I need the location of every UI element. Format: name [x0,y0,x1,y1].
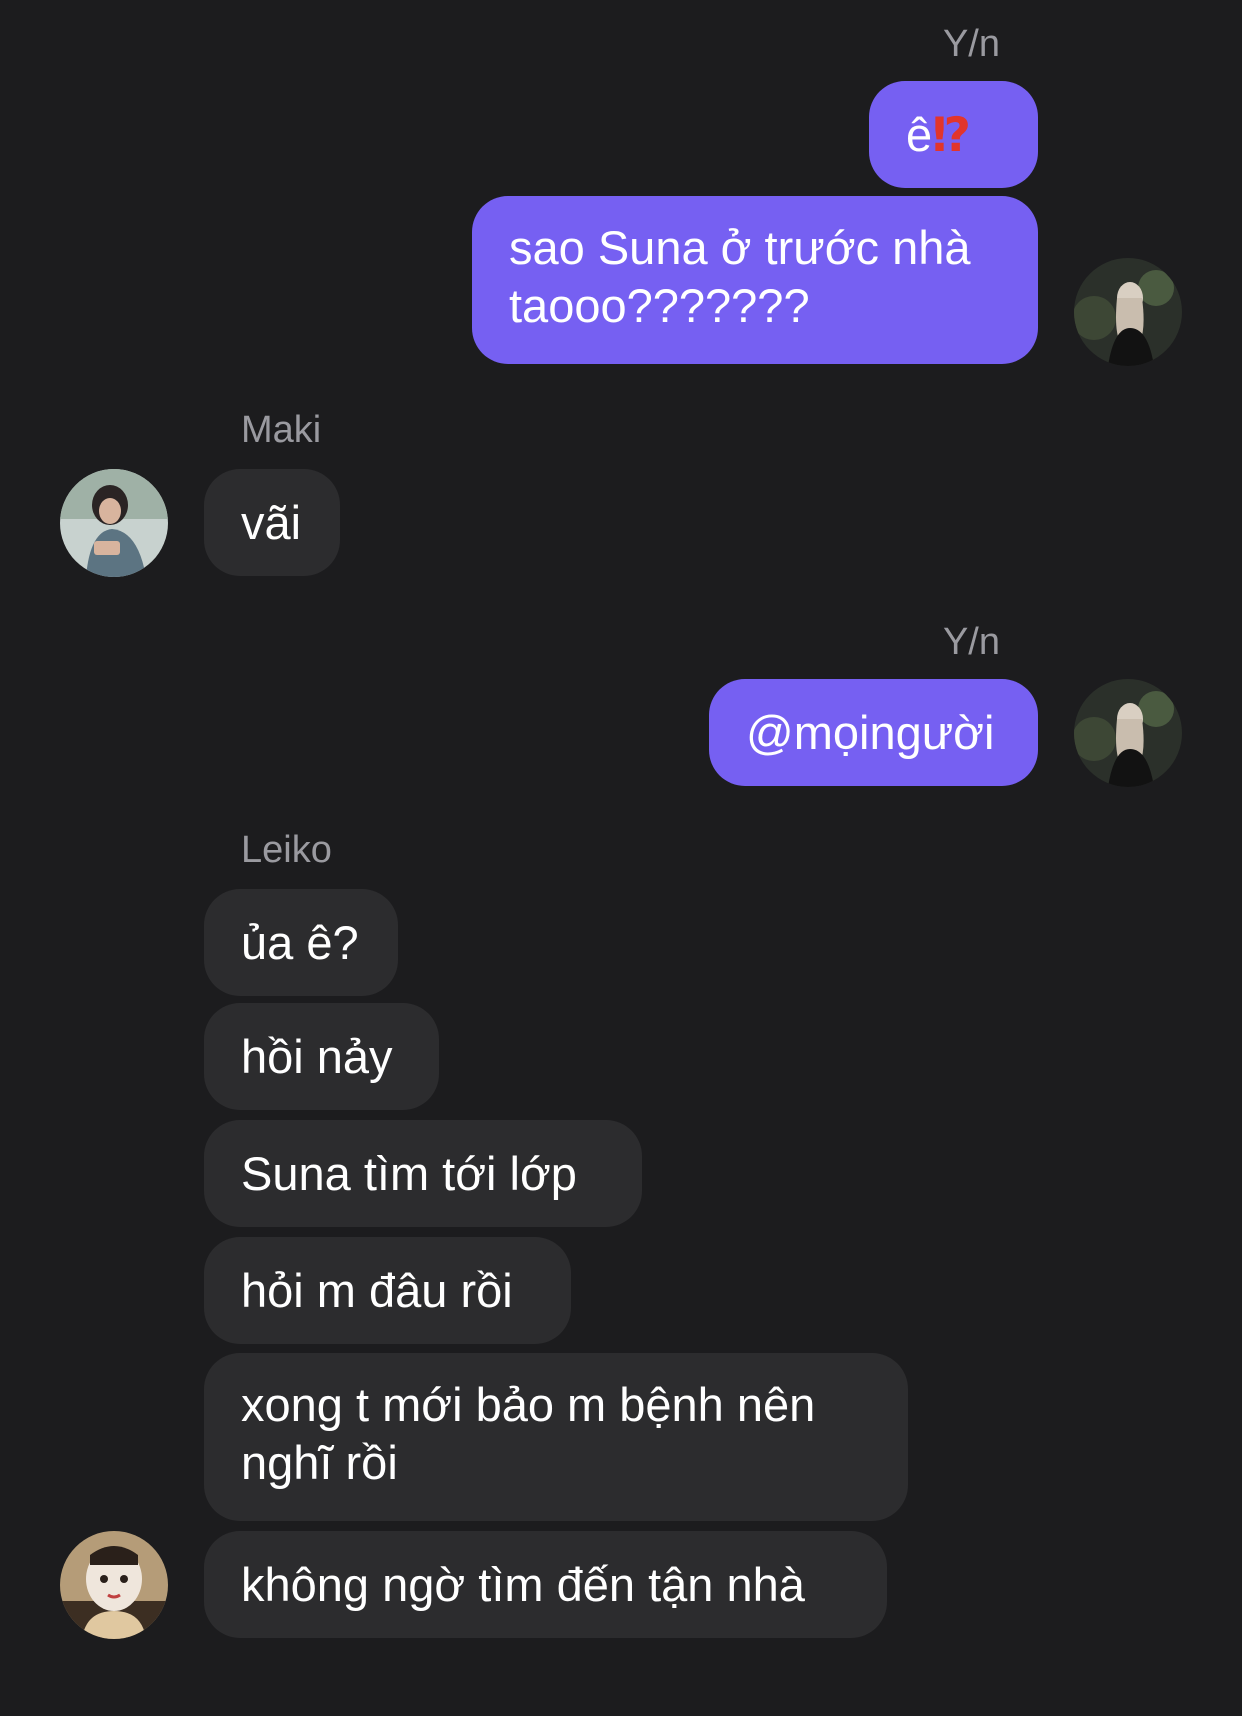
message-bubble[interactable]: sao Suna ở trước nhà taooo??????? [472,196,1038,364]
message-bubble[interactable]: @mọingười [709,679,1038,786]
message-bubble[interactable]: Suna tìm tới lớp [204,1120,642,1227]
message-bubble[interactable]: hồi nảy [204,1003,439,1110]
sender-name-leiko: Leiko [241,829,332,871]
message-text: xong t mới bảo m bệnh nên nghĩ rồi [241,1378,816,1489]
message-text: @mọingười [746,705,995,759]
message-text: ủa ê? [241,915,359,969]
message-bubble[interactable]: ủa ê? [204,889,398,996]
message-text: không ngờ tìm đến tận nhà [241,1557,805,1611]
message-text: hồi nảy [241,1029,393,1083]
message-bubble[interactable]: ê⁉ [869,81,1038,188]
avatar-yn[interactable] [1074,679,1182,787]
message-bubble[interactable]: vãi [204,469,340,576]
message-text: sao Suna ở trước nhà taooo??????? [509,221,971,332]
avatar-leiko[interactable] [60,1531,168,1639]
sender-name-yn: Y/n [942,621,1000,663]
sender-name-maki: Maki [241,409,322,451]
sender-name-yn: Y/n [942,23,1000,65]
avatar-maki[interactable] [60,469,168,577]
avatar-yn[interactable] [1074,258,1182,366]
message-text: vãi [241,495,302,549]
message-bubble[interactable]: hỏi m đâu rồi [204,1237,571,1344]
message-text: Suna tìm tới lớp [241,1146,577,1200]
message-text: hỏi m đâu rồi [241,1263,513,1317]
message-bubble[interactable]: không ngờ tìm đến tận nhà [204,1531,887,1638]
message-text: ê⁉ [906,107,972,161]
message-bubble[interactable]: xong t mới bảo m bệnh nên nghĩ rồi [204,1353,908,1521]
